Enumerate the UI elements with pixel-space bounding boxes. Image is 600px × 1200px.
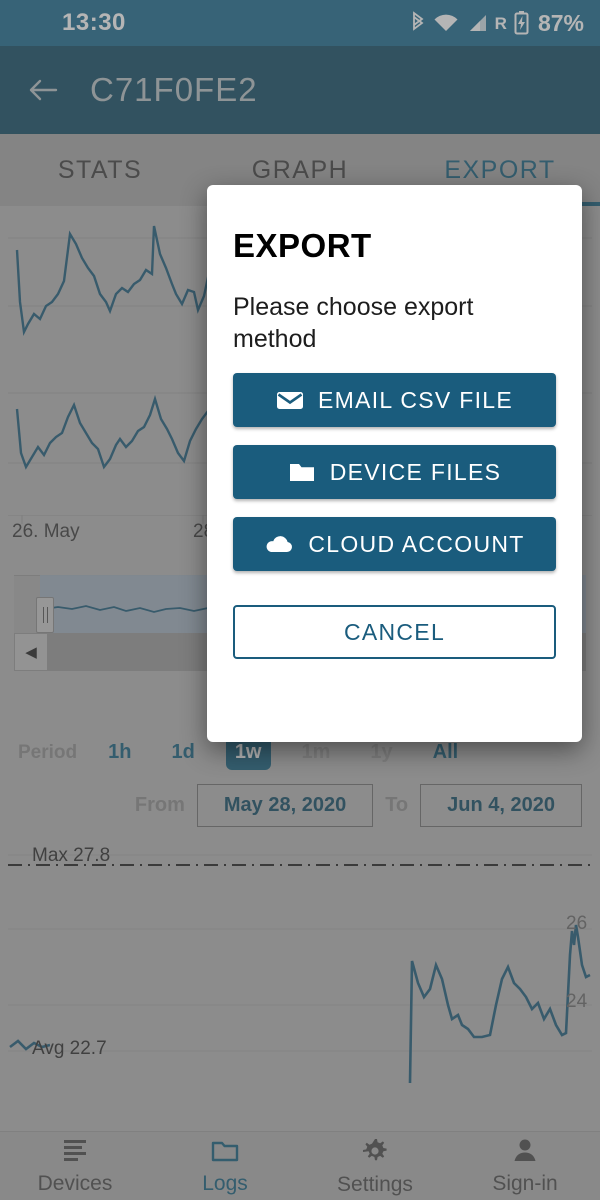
cancel-button[interactable]: CANCEL bbox=[233, 605, 556, 659]
email-csv-file-button[interactable]: EMAIL CSV FILE bbox=[233, 373, 556, 427]
dialog-title: EXPORT bbox=[233, 227, 372, 264]
device-files-button[interactable]: DEVICE FILES bbox=[233, 445, 556, 499]
folder-icon bbox=[288, 461, 316, 483]
dialog-message: Please choose export method bbox=[233, 293, 474, 353]
device-files-label: DEVICE FILES bbox=[329, 458, 502, 485]
cloud-account-button[interactable]: CLOUD ACCOUNT bbox=[233, 517, 556, 571]
cloud-icon bbox=[264, 534, 294, 555]
envelope-icon bbox=[276, 390, 304, 411]
cloud-account-label: CLOUD ACCOUNT bbox=[308, 530, 525, 557]
export-dialog: EXPORT Please choose export method EMAIL… bbox=[207, 185, 582, 742]
app-root: 13:30 R 87% C71F0FE2 STATS GRAPH EXPORT … bbox=[0, 0, 600, 1200]
email-csv-file-label: EMAIL CSV FILE bbox=[317, 386, 513, 413]
